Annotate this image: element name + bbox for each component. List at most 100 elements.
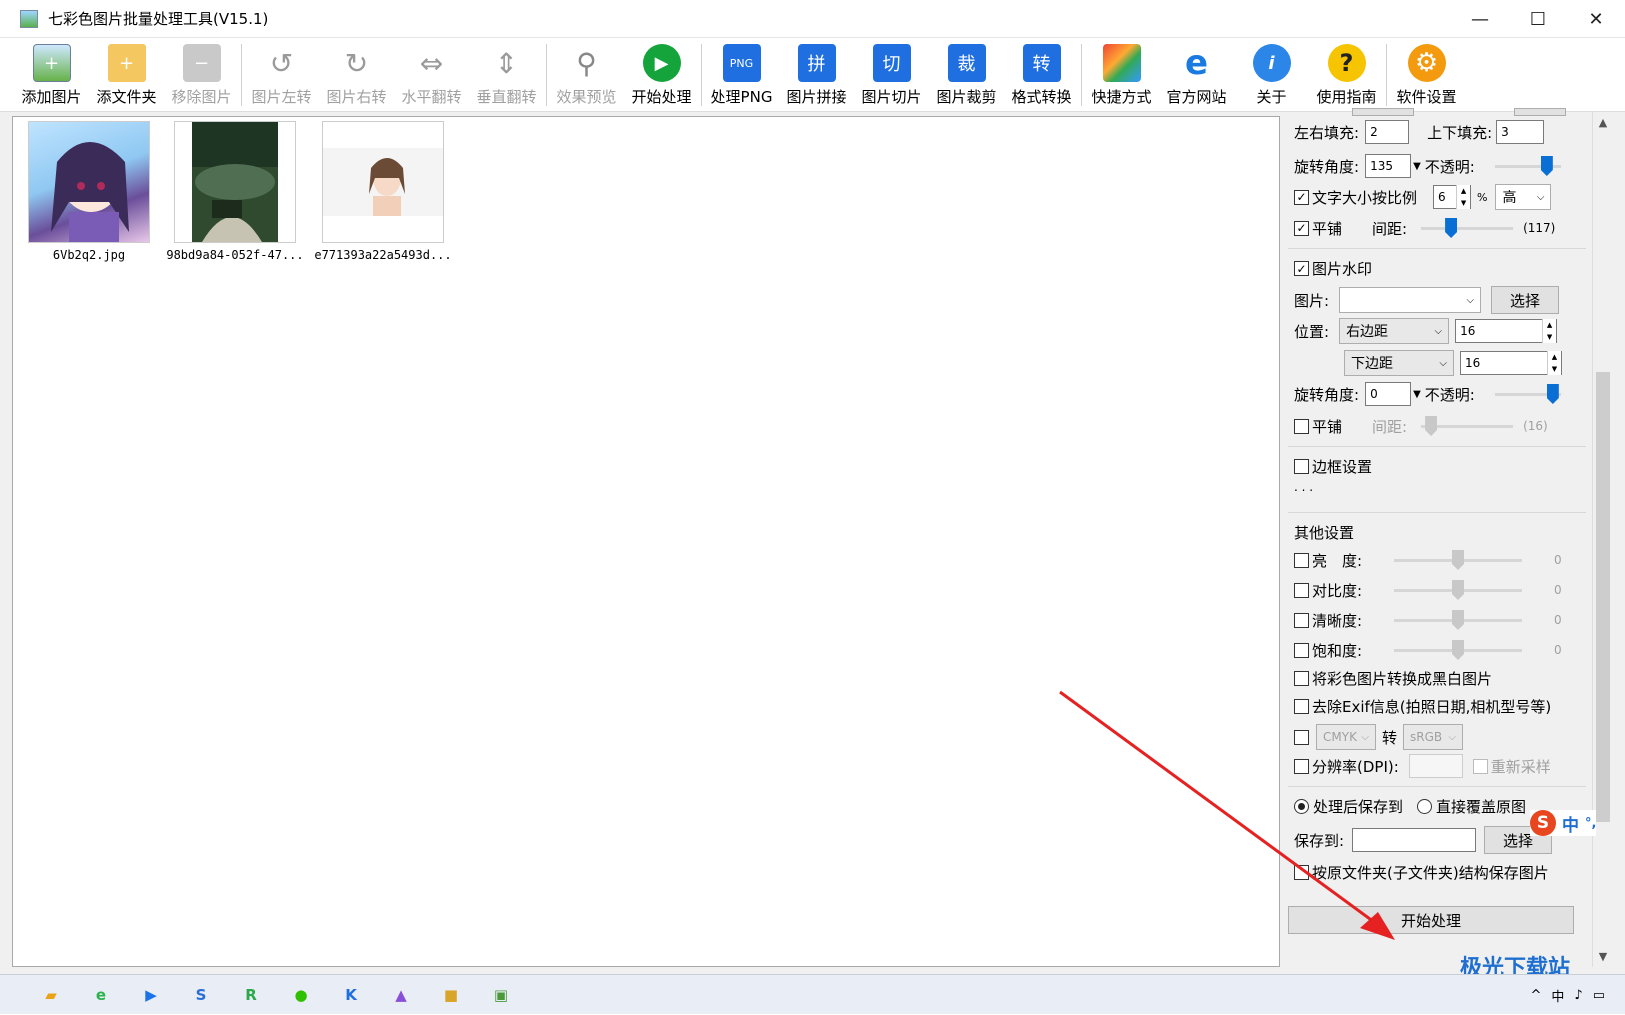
toolbar-button-3[interactable]: ↺ 图片左转 <box>244 38 319 112</box>
angle-dropdown-icon[interactable]: ▼ <box>1413 389 1421 400</box>
scrollbar-thumb[interactable] <box>1596 372 1610 822</box>
border-checkbox[interactable] <box>1294 459 1309 474</box>
battery-icon[interactable]: ▭ <box>1593 988 1605 1003</box>
partial-button[interactable] <box>1352 108 1414 116</box>
image-thumb-1[interactable]: 6Vb2q2.jpg <box>19 121 159 262</box>
toolbar-button-2[interactable]: − 移除图片 <box>164 38 239 112</box>
toolbar-button-14[interactable]: 快捷方式 <box>1084 38 1159 112</box>
text-spacing-slider[interactable] <box>1421 216 1514 240</box>
toolbar-button-8[interactable]: ▶ 开始处理 <box>624 38 699 112</box>
scroll-down-icon[interactable]: ▼ <box>1593 950 1613 963</box>
image-tile-row: 平铺 间距: (16) <box>1294 414 1548 438</box>
panel-scrollbar[interactable]: ▲ ▼ <box>1592 112 1612 967</box>
ime-punct[interactable]: °, <box>1585 816 1596 831</box>
dpi-checkbox[interactable] <box>1294 758 1309 774</box>
volume-icon[interactable]: ♪ <box>1574 988 1582 1003</box>
scale-stepper[interactable]: 6 ▲ ▼ <box>1433 185 1472 209</box>
image-opacity-slider[interactable] <box>1494 382 1561 406</box>
maximize-button[interactable]: ☐ <box>1509 0 1567 38</box>
save-path-input[interactable] <box>1352 828 1477 852</box>
app-r-icon[interactable]: R <box>238 982 264 1008</box>
position-y-stepper[interactable]: 16 ▲ ▼ <box>1460 351 1562 375</box>
spin-buttons[interactable]: ▲ ▼ <box>1547 351 1561 375</box>
toolbar-button-12[interactable]: 裁图片裁剪 <box>929 38 1004 112</box>
adjust-checkbox[interactable] <box>1294 612 1309 628</box>
keep-structure-checkbox[interactable] <box>1294 865 1309 880</box>
scale-checkbox[interactable]: ✓ <box>1294 189 1309 205</box>
toolbar-button-18[interactable]: ⚙ 软件设置 <box>1389 38 1464 112</box>
toolbar-button-13[interactable]: 转格式转换 <box>1004 38 1079 112</box>
preview-search-icon: ⚲ <box>576 46 597 80</box>
sogou-logo-icon[interactable]: S <box>1530 810 1556 836</box>
toolbar-button-7[interactable]: ⚲ 效果预览 <box>549 38 624 112</box>
spin-buttons[interactable]: ▲ ▼ <box>1542 319 1557 343</box>
partial-button[interactable] <box>1514 108 1566 116</box>
slider-thumb[interactable] <box>1445 218 1458 238</box>
image-name: 6Vb2q2.jpg <box>52 248 126 262</box>
slider-thumb[interactable] <box>1540 156 1553 176</box>
image-tool-taskbar-icon[interactable]: ▣ <box>488 982 514 1008</box>
image-watermark-checkbox[interactable]: ✓ <box>1294 261 1309 276</box>
tray-up-icon[interactable]: ^ <box>1530 988 1541 1003</box>
choose-image-button[interactable]: 选择 <box>1491 286 1560 314</box>
lr-pad-input[interactable]: 2 <box>1365 120 1410 144</box>
toolbar-button-5[interactable]: ⇔ 水平翻转 <box>394 38 469 112</box>
ime-mode[interactable]: 中 <box>1562 811 1579 836</box>
adjust-checkbox[interactable] <box>1294 552 1309 568</box>
dpi-row: 分辨率(DPI): 重新采样 <box>1294 754 1551 778</box>
package-icon[interactable]: ■ <box>438 982 464 1008</box>
save-to-radio[interactable] <box>1294 799 1309 814</box>
exif-checkbox[interactable] <box>1294 699 1309 714</box>
image-tile-checkbox[interactable] <box>1294 418 1309 434</box>
ie-taskbar-icon[interactable]: e <box>88 982 114 1008</box>
toolbar-button-15[interactable]: e 官方网站 <box>1159 38 1234 112</box>
toolbar-button-0[interactable]: + 添加图片 <box>14 38 89 112</box>
position-y-select[interactable]: 下边距 ⌵ <box>1344 350 1454 376</box>
adjust-checkbox[interactable] <box>1294 642 1309 658</box>
text-opacity-slider[interactable] <box>1494 154 1561 178</box>
app-blue-icon[interactable]: ▶ <box>138 982 164 1008</box>
angle-input[interactable]: 135 <box>1365 154 1412 178</box>
border-dots: . . . <box>1294 480 1314 494</box>
start-process-button[interactable]: 开始处理 <box>1288 906 1574 934</box>
toolbar-button-4[interactable]: ↻ 图片右转 <box>319 38 394 112</box>
bw-checkbox[interactable] <box>1294 671 1309 686</box>
tile-checkbox[interactable]: ✓ <box>1294 220 1309 236</box>
overwrite-radio[interactable] <box>1417 799 1433 814</box>
spin-buttons[interactable]: ▲ ▼ <box>1456 185 1471 209</box>
mountain-app-icon[interactable]: ▲ <box>388 982 414 1008</box>
tb-pad-input[interactable]: 3 <box>1496 120 1545 144</box>
position-x-select[interactable]: 右边距 ⌵ <box>1339 318 1450 344</box>
adjust-value: 0 <box>1554 613 1562 627</box>
toolbar-button-1[interactable]: + 添文件夹 <box>89 38 164 112</box>
browser-s-icon[interactable]: S <box>188 982 214 1008</box>
image-spacing-slider <box>1421 414 1514 438</box>
quality-select[interactable]: 高 ⌵ <box>1495 184 1552 210</box>
close-button[interactable]: ✕ <box>1567 0 1625 38</box>
adjust-checkbox[interactable] <box>1294 582 1309 598</box>
toolbar-button-9[interactable]: PNG 处理PNG <box>704 38 779 112</box>
image-angle-input[interactable]: 0 <box>1365 382 1412 406</box>
watermark-image-select[interactable]: ⌵ <box>1339 287 1482 313</box>
output-mode-row: 处理后保存到 直接覆盖原图 <box>1294 796 1526 817</box>
app-k-icon[interactable]: K <box>338 982 364 1008</box>
toolbar-button-6[interactable]: ⇕ 垂直翻转 <box>469 38 544 112</box>
file-explorer-icon[interactable]: ▰ <box>38 982 64 1008</box>
scroll-up-icon[interactable]: ▲ <box>1593 116 1613 129</box>
toolbar-button-10[interactable]: 拼图片拼接 <box>779 38 854 112</box>
tray-ime[interactable]: 中 <box>1551 986 1564 1005</box>
toolbar-button-11[interactable]: 切图片切片 <box>854 38 929 112</box>
image-list[interactable]: 6Vb2q2.jpg 98bd9a84-052f-47... e771393a2… <box>12 116 1280 967</box>
left-edge-strip <box>0 112 12 967</box>
angle-dropdown-icon[interactable]: ▼ <box>1413 161 1421 172</box>
toolbar-button-16[interactable]: i 关于 <box>1234 38 1309 112</box>
image-thumb-3[interactable]: e771393a22a5493d... <box>313 121 453 262</box>
ime-floating-bar[interactable]: S 中 °, <box>1530 810 1597 836</box>
position-x-stepper[interactable]: 16 ▲ ▼ <box>1455 319 1558 343</box>
wechat-icon[interactable]: ● <box>288 982 314 1008</box>
slider-thumb[interactable] <box>1546 384 1559 404</box>
image-thumb-2[interactable]: 98bd9a84-052f-47... <box>165 121 305 262</box>
minimize-button[interactable]: — <box>1451 0 1509 38</box>
toolbar-button-17[interactable]: ? 使用指南 <box>1309 38 1384 112</box>
cmyk-checkbox[interactable] <box>1294 729 1309 745</box>
